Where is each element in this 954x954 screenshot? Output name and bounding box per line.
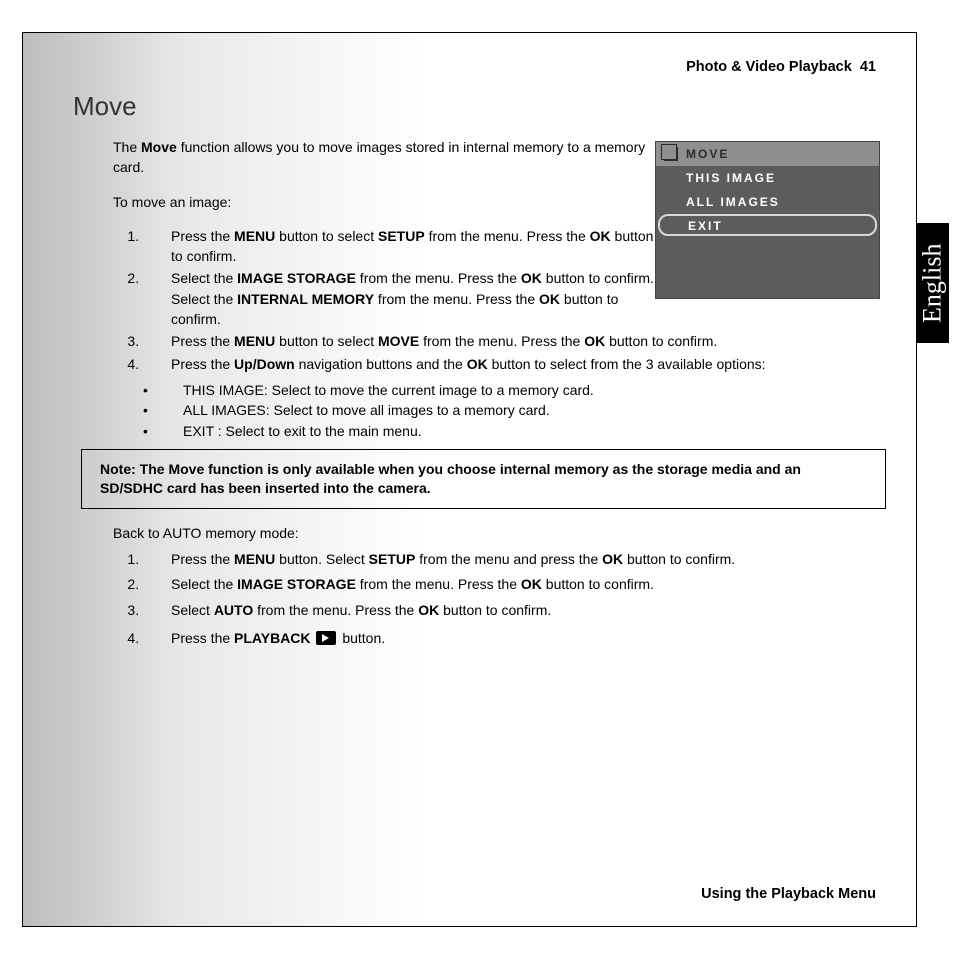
move-steps-list: Press the MENU button to select SETUP fr… <box>113 226 663 374</box>
step-2: Select the IMAGE STORAGE from the menu. … <box>143 268 663 329</box>
back-step-3: Select AUTO from the menu. Press the OK … <box>143 600 893 622</box>
bullet-all-images: ALL IMAGES: Select to move all images to… <box>143 400 923 420</box>
back-to-auto-content: Back to AUTO memory mode: Press the MENU… <box>113 523 893 653</box>
lcd-menu-title: MOVE <box>656 142 879 166</box>
back-step-1: Press the MENU button. Select SETUP from… <box>143 549 893 571</box>
intro-content: The Move function allows you to move ima… <box>113 137 663 447</box>
intro-lead: To move an image: <box>113 192 663 212</box>
bullet-exit: EXIT : Select to exit to the main menu. <box>143 421 923 441</box>
intro-paragraph: The Move function allows you to move ima… <box>113 137 663 178</box>
lcd-title-text: MOVE <box>686 147 729 161</box>
step-4: Press the Up/Down navigation buttons and… <box>143 354 923 374</box>
options-bullets: THIS IMAGE: Select to move the current i… <box>143 380 923 441</box>
step-1: Press the MENU button to select SETUP fr… <box>143 226 663 267</box>
step-3: Press the MENU button to select MOVE fro… <box>143 331 923 351</box>
playback-icon <box>316 631 336 645</box>
language-tab: English <box>916 223 949 343</box>
lcd-option-exit-selected: EXIT <box>658 214 877 236</box>
page-footer: Using the Playback Menu <box>701 886 876 902</box>
bullet-this-image: THIS IMAGE: Select to move the current i… <box>143 380 923 400</box>
back-step-2: Select the IMAGE STORAGE from the menu. … <box>143 574 893 596</box>
note-box: Note: The Move function is only availabl… <box>81 449 886 509</box>
header-section: Photo & Video Playback <box>686 59 852 75</box>
camera-lcd-mockup: MOVE THIS IMAGE ALL IMAGES EXIT <box>655 141 880 299</box>
page-frame: Photo & Video Playback 41 Move MOVE THIS… <box>22 32 917 927</box>
section-title: Move <box>73 91 137 122</box>
lcd-option-this-image: THIS IMAGE <box>656 166 879 190</box>
header-page-number: 41 <box>860 59 876 75</box>
move-icon <box>664 147 678 161</box>
lcd-option-all-images: ALL IMAGES <box>656 190 879 214</box>
page-header: Photo & Video Playback 41 <box>686 59 876 75</box>
back-step-4: Press the PLAYBACK button. <box>143 628 893 650</box>
back-steps-list: Press the MENU button. Select SETUP from… <box>113 549 893 650</box>
back-intro: Back to AUTO memory mode: <box>113 525 299 541</box>
